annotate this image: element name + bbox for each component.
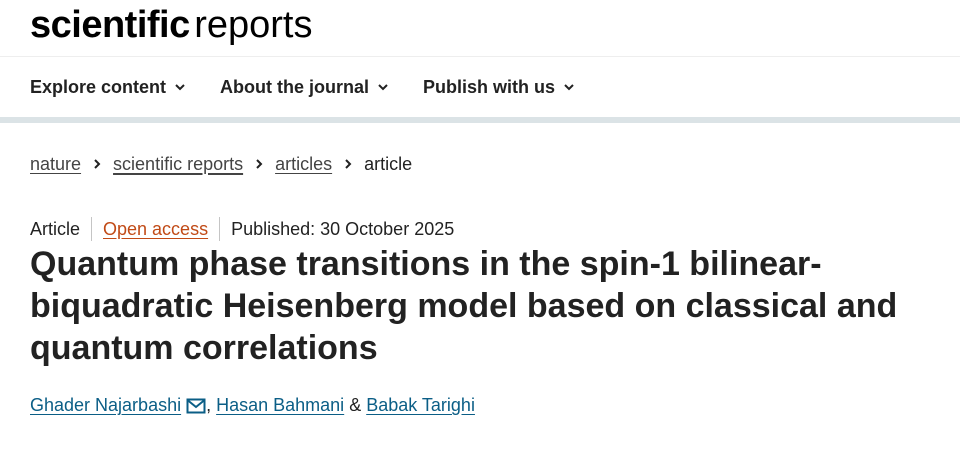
chevron-down-icon [175, 84, 185, 91]
site-header: scientific reports Explore content About… [0, 0, 960, 123]
chevron-down-icon [564, 84, 574, 91]
chevron-right-icon [345, 159, 352, 169]
article-header: Article Open access Published: 30 Octobe… [0, 179, 960, 416]
chevron-down-icon [378, 84, 388, 91]
breadcrumb-current: article [364, 153, 413, 174]
logo-word-light: reports [194, 4, 313, 46]
author-link[interactable]: Hasan Bahmani [216, 395, 344, 416]
author-separator: , [206, 395, 217, 415]
nav-label: About the journal [220, 76, 370, 97]
logo-word-bold: scientific [30, 4, 190, 46]
main-nav: Explore content About the journal Publis… [0, 57, 960, 123]
author-link[interactable]: Babak Tarighi [366, 395, 475, 416]
article-meta: Article Open access Published: 30 Octobe… [0, 179, 960, 241]
author-list: Ghader Najarbashi , Hasan Bahmani & Baba… [0, 369, 960, 416]
breadcrumb-link-scientific-reports[interactable]: scientific reports [113, 154, 243, 175]
article-type: Article [30, 218, 81, 239]
breadcrumb: nature scientific reports articles artic… [0, 123, 960, 179]
chevron-right-icon [256, 159, 263, 169]
nav-label: Publish with us [423, 76, 556, 97]
chevron-right-icon [94, 159, 101, 169]
breadcrumb-link-articles[interactable]: articles [275, 154, 332, 175]
journal-logo[interactable]: scientific reports [0, 0, 960, 57]
author-conjunction: & [344, 395, 367, 415]
nav-publish-with-us[interactable]: Publish with us [423, 77, 575, 98]
meta-divider [219, 217, 221, 241]
mail-icon[interactable] [186, 398, 206, 414]
nav-explore-content[interactable]: Explore content [30, 77, 186, 98]
published-date: Published: 30 October 2025 [231, 218, 455, 239]
nav-label: Explore content [30, 76, 167, 97]
article-title: Quantum phase transitions in the spin-1 … [30, 245, 898, 367]
author-link[interactable]: Ghader Najarbashi [30, 395, 181, 416]
open-access-link[interactable]: Open access [103, 219, 208, 240]
nav-about-journal[interactable]: About the journal [220, 77, 389, 98]
meta-divider [91, 217, 93, 241]
breadcrumb-link-nature[interactable]: nature [30, 154, 81, 175]
